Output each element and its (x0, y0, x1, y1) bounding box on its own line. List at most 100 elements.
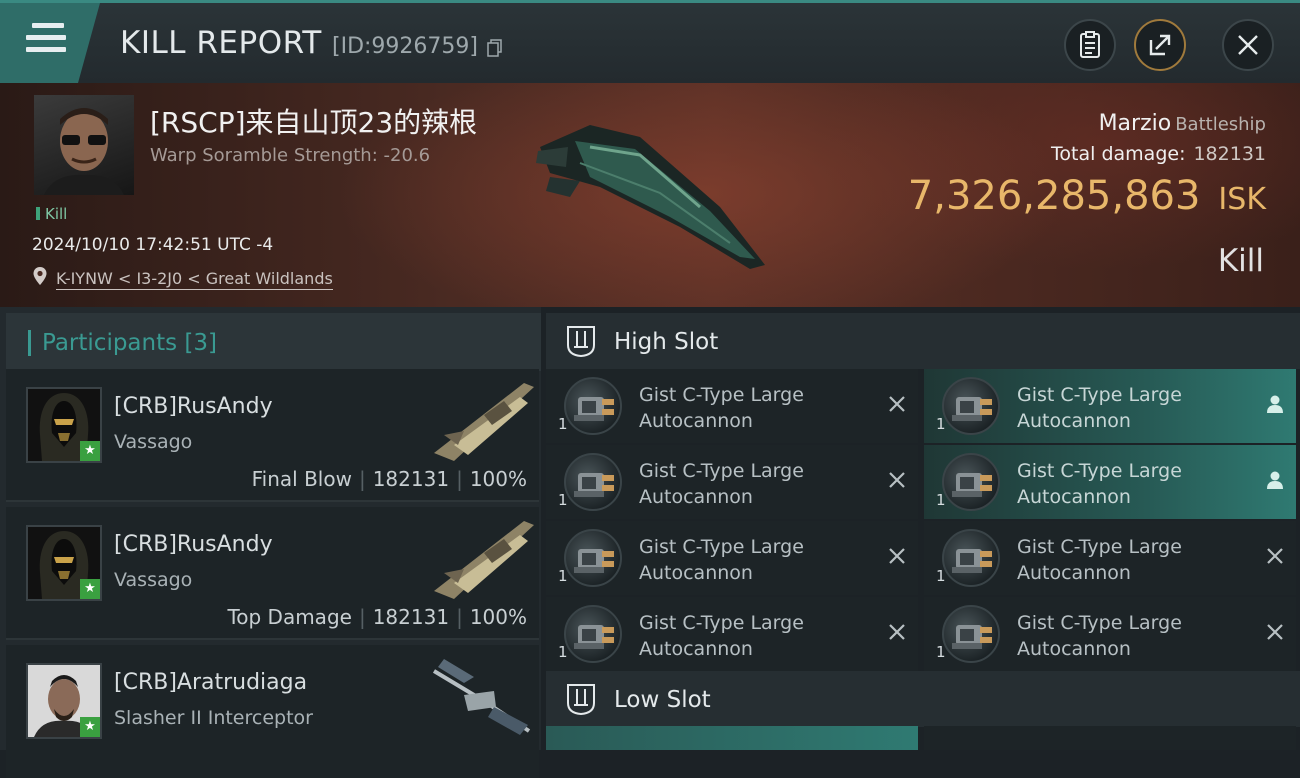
module-name-line: Gist C-Type Large (639, 612, 804, 634)
module-name-line: Gist C-Type Large (1017, 384, 1182, 406)
participants-count: Participants [3] (42, 330, 217, 356)
top-bar: KILL REPORT [ID:9926759] (0, 0, 1300, 83)
participant-ship-image[interactable] (424, 651, 539, 741)
low-slot-label: Low Slot (614, 687, 711, 713)
participant-avatar[interactable]: ★ (26, 387, 102, 463)
low-slot-module[interactable] (546, 726, 918, 750)
hamburger-icon (26, 23, 66, 53)
autocannon-icon (564, 453, 622, 511)
isk-loss: 7,326,285,863 ISK (908, 173, 1266, 219)
person-icon (1266, 470, 1284, 496)
module-quantity: 1 (558, 567, 568, 585)
high-slot-icon (567, 326, 595, 357)
participant-percent: 100% (469, 605, 527, 629)
module-name: Gist C-Type Large Autocannon (639, 534, 804, 586)
victim-portrait[interactable] (34, 95, 134, 195)
participant-stats: Final Blow | 182131 | 100% (252, 467, 527, 491)
participant-role: Final Blow (251, 467, 352, 491)
autocannon-icon (564, 377, 622, 435)
autocannon-icon (564, 529, 622, 587)
victim-ship-image[interactable] (520, 107, 780, 277)
module-name-line: Autocannon (639, 638, 753, 660)
module-name-line: Gist C-Type Large (639, 460, 804, 482)
participant-ship-image[interactable] (424, 375, 539, 465)
page-title: KILL REPORT (120, 25, 322, 61)
low-slot-header: Low Slot (546, 671, 1300, 727)
high-slot-header: High Slot (546, 313, 1300, 369)
menu-button[interactable] (0, 3, 100, 83)
participant-ship-image[interactable] (424, 513, 539, 603)
module-name: Gist C-Type Large Autocannon (639, 382, 804, 434)
module-name-line: Gist C-Type Large (1017, 460, 1182, 482)
participant-name[interactable]: [CRB]Aratrudiaga (114, 670, 307, 695)
participants-panel: Participants [3] ★ [CRB]RusAndy Vassago … (0, 307, 541, 778)
low-slot-module[interactable] (924, 726, 1296, 750)
high-slot-module[interactable]: 1 Gist C-Type Large Autocannon (924, 369, 1296, 443)
close-icon (888, 470, 906, 495)
kill-datetime: 2024/10/10 17:42:51 UTC -4 (32, 235, 274, 255)
close-icon (1266, 622, 1284, 647)
close-button[interactable] (1222, 19, 1274, 71)
stat-separator: | (456, 467, 463, 491)
copy-icon[interactable] (487, 39, 503, 57)
participant-card[interactable]: ★ [CRB]RusAndy Vassago Top Damage | 182131… (6, 507, 539, 640)
module-name: Gist C-Type Large Autocannon (1017, 610, 1182, 662)
total-damage-value: 182131 (1193, 143, 1266, 165)
high-slot-module[interactable]: 1 Gist C-Type Large Autocannon (924, 445, 1296, 519)
high-slot-module[interactable]: 1 Gist C-Type Large Autocannon (546, 445, 918, 519)
share-icon (1149, 34, 1171, 56)
module-name-line: Autocannon (639, 486, 753, 508)
participant-stats: Top Damage | 182131 | 100% (227, 605, 527, 629)
star-icon: ★ (80, 579, 100, 599)
module-name-line: Autocannon (1017, 410, 1131, 432)
high-slot-module[interactable]: 1 Gist C-Type Large Autocannon (546, 369, 918, 443)
participant-name[interactable]: [CRB]RusAndy (114, 532, 273, 557)
module-quantity: 1 (936, 643, 946, 661)
module-quantity: 1 (558, 491, 568, 509)
victim-name[interactable]: [RSCP]来自山顶23的辣根 (150, 101, 477, 141)
module-quantity: 1 (936, 491, 946, 509)
module-name: Gist C-Type Large Autocannon (639, 458, 804, 510)
location-pin-icon (33, 267, 47, 285)
kill-id: [ID:9926759] (332, 34, 478, 59)
participant-name[interactable]: [CRB]RusAndy (114, 394, 273, 419)
high-slot-label: High Slot (614, 329, 719, 355)
participant-avatar[interactable]: ★ (26, 663, 102, 739)
close-icon (888, 394, 906, 419)
clipboard-icon (1080, 31, 1100, 58)
module-name-line: Autocannon (639, 562, 753, 584)
stat-separator: | (358, 605, 366, 629)
participant-card[interactable]: ★ [CRB]RusAndy Vassago Final Blow | 182131… (6, 369, 539, 502)
participant-damage: 182131 (372, 605, 450, 629)
high-slot-module[interactable]: 1 Gist C-Type Large Autocannon (924, 521, 1296, 595)
ship-class-text: Battleship (1175, 114, 1266, 135)
share-button[interactable] (1134, 19, 1186, 71)
participant-card[interactable]: ★ [CRB]Aratrudiaga Slasher II Intercepto… (6, 645, 539, 778)
participant-avatar[interactable]: ★ (26, 525, 102, 601)
high-slot-module[interactable]: 1 Gist C-Type Large Autocannon (924, 597, 1296, 671)
module-name-line: Autocannon (1017, 638, 1131, 660)
total-damage-label: Total damage: (1051, 143, 1186, 165)
kill-location-link[interactable]: K-IYNW < I3-2J0 < Great Wildlands (56, 269, 333, 290)
participant-percent: 100% (469, 467, 527, 491)
participant-role: Top Damage (227, 605, 352, 629)
module-name-line: Gist C-Type Large (639, 536, 804, 558)
module-name: Gist C-Type Large Autocannon (1017, 534, 1182, 586)
header-accent-bar (28, 330, 31, 356)
close-icon (888, 622, 906, 647)
high-slot-module[interactable]: 1 Gist C-Type Large Autocannon (546, 521, 918, 595)
module-name-line: Gist C-Type Large (1017, 536, 1182, 558)
total-damage: Total damage: 182131 (1051, 143, 1266, 165)
close-icon (888, 546, 906, 571)
module-name-line: Gist C-Type Large (639, 384, 804, 406)
module-quantity: 1 (558, 643, 568, 661)
autocannon-icon (564, 605, 622, 663)
clipboard-button[interactable] (1064, 19, 1116, 71)
module-name-line: Autocannon (1017, 486, 1131, 508)
autocannon-icon (942, 453, 1000, 511)
isk-unit: ISK (1218, 182, 1266, 217)
module-name-line: Autocannon (1017, 562, 1131, 584)
warp-scramble-strength: Warp Soramble Strength: -20.6 (150, 145, 431, 166)
module-name-line: Autocannon (639, 410, 753, 432)
high-slot-module[interactable]: 1 Gist C-Type Large Autocannon (546, 597, 918, 671)
